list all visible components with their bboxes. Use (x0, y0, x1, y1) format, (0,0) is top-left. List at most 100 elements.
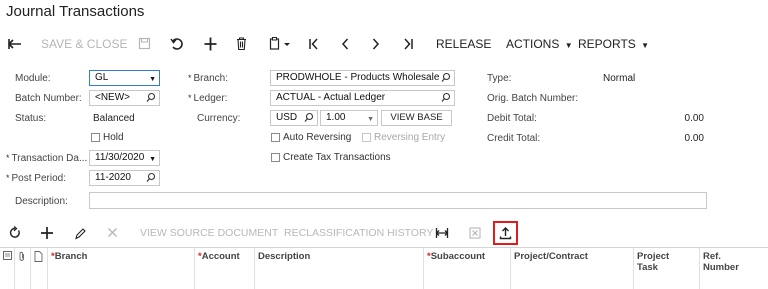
first-record-icon[interactable] (308, 33, 320, 55)
column-description-label: Description (258, 251, 311, 262)
export-excel-icon[interactable] (469, 224, 481, 242)
post-period-label: * Post Period: (6, 173, 66, 184)
last-record-icon[interactable] (402, 33, 414, 55)
edit-icon[interactable] (74, 224, 86, 242)
chevron-down-icon: ▼ (149, 156, 156, 163)
search-icon (441, 92, 451, 105)
module-select[interactable]: GL ▼ (89, 70, 160, 86)
upload-highlight-box (493, 221, 518, 245)
reversing-entry-checkbox[interactable] (362, 133, 371, 142)
batch-number-value: <NEW> (95, 92, 131, 103)
files-column-icon[interactable] (0, 248, 14, 289)
module-value: GL (95, 72, 109, 83)
credit-total-value: 0.00 (684, 133, 704, 144)
column-project-contract[interactable]: Project/Contract (510, 248, 633, 289)
chevron-down-icon: ▼ (564, 41, 573, 50)
ledger-value: ACTUAL - Actual Ledger (276, 92, 386, 103)
column-account[interactable]: *Account (194, 248, 254, 289)
page-title: Journal Transactions (6, 3, 145, 20)
search-icon (304, 112, 314, 125)
ledger-label-text: Ledger: (193, 93, 228, 104)
column-subaccount-label: Subaccount (430, 251, 486, 262)
hold-checkbox[interactable] (91, 133, 100, 142)
chevron-down-icon: ▼ (367, 116, 374, 123)
branch-label: * Branch: (188, 73, 228, 84)
type-label: Type: (487, 73, 512, 84)
description-label: Description: (15, 196, 68, 207)
previous-record-icon[interactable] (340, 33, 350, 55)
branch-value: PRODWHOLE - Products Wholesale (276, 72, 440, 83)
search-icon (146, 92, 156, 105)
column-description[interactable]: Description (254, 248, 423, 289)
currency-label: Currency: (197, 113, 241, 124)
add-icon[interactable] (204, 33, 217, 55)
grid-toolbar: VIEW SOURCE DOCUMENT RECLASSIFICATION HI… (0, 221, 768, 245)
release-button[interactable]: RELEASE (436, 33, 491, 55)
hold-label: Hold (103, 132, 124, 143)
ledger-field[interactable]: ACTUAL - Actual Ledger (270, 90, 455, 106)
main-toolbar: SAVE & CLOSE RELEASE ACTIONS ▼ REPORTS ▼ (0, 33, 768, 55)
save-close-button[interactable]: SAVE & CLOSE (41, 33, 127, 55)
description-field[interactable] (89, 192, 707, 209)
delete-row-icon[interactable] (107, 224, 118, 242)
next-record-icon[interactable] (371, 33, 381, 55)
debit-total-value: 0.00 (684, 113, 704, 124)
column-project-task[interactable]: Project Task (633, 248, 699, 289)
batch-number-label: Batch Number: (15, 93, 82, 104)
currency-rate-field[interactable]: 1.00 ▼ (320, 110, 378, 126)
save-icon[interactable] (138, 33, 151, 55)
transaction-date-field[interactable]: 11/30/2020 ▼ (89, 150, 160, 166)
currency-rate-value: 1.00 (326, 112, 346, 123)
create-tax-checkbox[interactable] (271, 153, 280, 162)
copy-paste-icon[interactable] (269, 33, 293, 55)
branch-label-text: Branch: (193, 73, 228, 84)
post-period-field[interactable]: 11-2020 (89, 170, 160, 186)
auto-reversing-checkbox[interactable] (271, 133, 280, 142)
back-arrow-icon[interactable] (8, 33, 22, 55)
chevron-down-icon: ▼ (641, 41, 650, 50)
batch-number-field[interactable]: <NEW> (89, 90, 160, 106)
attachment-icon[interactable] (14, 248, 30, 289)
reclassification-history-button[interactable]: RECLASSIFICATION HISTORY (284, 224, 433, 242)
required-mark: * (6, 173, 10, 183)
post-period-value: 11-2020 (95, 172, 131, 183)
column-ref-number[interactable]: Ref. Number (699, 248, 768, 289)
currency-code-field[interactable]: USD (270, 110, 318, 126)
search-icon (441, 72, 451, 85)
type-value: Normal (603, 73, 636, 84)
status-value: Balanced (93, 113, 135, 124)
branch-field[interactable]: PRODWHOLE - Products Wholesale (270, 70, 455, 86)
refresh-icon[interactable] (9, 224, 21, 242)
column-account-label: Account (201, 251, 240, 262)
add-row-icon[interactable] (41, 224, 53, 242)
view-base-button[interactable]: VIEW BASE (381, 110, 452, 126)
post-period-label-text: Post Period: (11, 173, 66, 184)
chevron-down-icon: ▼ (149, 76, 156, 83)
column-branch[interactable]: *Branch (47, 248, 194, 289)
auto-reversing-label: Auto Reversing (283, 132, 352, 143)
orig-batch-label: Orig. Batch Number: (487, 93, 579, 104)
transaction-date-label: * Transaction Da... (6, 153, 87, 164)
status-label: Status: (15, 113, 47, 124)
fit-columns-icon[interactable] (435, 224, 449, 242)
actions-menu[interactable]: ACTIONS ▼ (506, 33, 573, 55)
column-branch-label: Branch (54, 251, 88, 262)
required-mark: * (188, 73, 192, 83)
view-source-document-button[interactable]: VIEW SOURCE DOCUMENT (140, 224, 278, 242)
reports-label: REPORTS (578, 37, 636, 51)
grid-header: *Branch *Account Description *Subaccount… (0, 247, 768, 289)
column-project-contract-label: Project/Contract (514, 251, 588, 262)
delete-icon[interactable] (236, 33, 247, 55)
ledger-label: * Ledger: (188, 93, 227, 104)
document-icon[interactable] (30, 248, 47, 289)
search-icon (146, 172, 156, 185)
undo-icon[interactable] (170, 33, 184, 55)
transaction-date-label-text: Transaction Da... (11, 153, 88, 164)
actions-label: ACTIONS (506, 37, 560, 51)
reports-menu[interactable]: REPORTS ▼ (578, 33, 649, 55)
credit-total-label: Credit Total: (487, 133, 541, 144)
currency-code-value: USD (276, 112, 298, 123)
column-subaccount[interactable]: *Subaccount (423, 248, 510, 289)
create-tax-label: Create Tax Transactions (283, 152, 391, 163)
debit-total-label: Debit Total: (487, 113, 537, 124)
